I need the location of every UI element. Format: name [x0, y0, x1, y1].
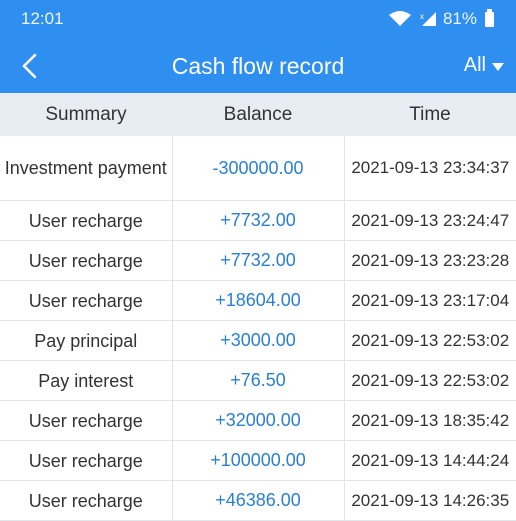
row-balance: +76.50: [172, 360, 345, 401]
table-row: Pay interest +76.50 2021-09-13 22:53:02: [0, 360, 516, 401]
wifi-icon: [388, 11, 411, 26]
row-balance: +100000.00: [172, 440, 345, 481]
caret-down-icon: [492, 62, 504, 71]
row-time: 2021-09-13 23:23:28: [344, 240, 516, 281]
column-header-balance: Balance: [172, 93, 344, 136]
row-summary: Pay interest: [0, 360, 173, 401]
table-header-row: Summary Balance Time: [0, 93, 516, 136]
app-bar: 12:01 x 81% Cash flow record All: [0, 0, 516, 93]
row-summary: User recharge: [0, 200, 173, 241]
column-header-time: Time: [344, 93, 516, 136]
battery-percent: 81%: [442, 9, 477, 28]
row-balance: +32000.00: [172, 400, 345, 441]
table-row: User recharge +7732.00 2021-09-13 23:24:…: [0, 200, 516, 241]
row-time: 2021-09-13 22:53:02: [344, 320, 516, 361]
row-balance: +7732.00: [172, 240, 345, 281]
status-icons: x 81%: [388, 8, 494, 29]
table-row: User recharge +32000.00 2021-09-13 18:35…: [0, 400, 516, 441]
filter-label: All: [463, 54, 486, 76]
row-summary: Investment payment: [0, 136, 173, 201]
row-balance: -300000.00: [172, 136, 345, 201]
table-row: Pay principal +3000.00 2021-09-13 22:53:…: [0, 320, 516, 361]
row-summary: User recharge: [0, 400, 173, 441]
row-balance: +7732.00: [172, 200, 345, 241]
table-row: User recharge +46386.00 2021-09-13 14:26…: [0, 480, 516, 521]
table-row: User recharge +7732.00 2021-09-13 23:23:…: [0, 240, 516, 281]
row-time: 2021-09-13 18:35:42: [344, 400, 516, 441]
page-title: Cash flow record: [171, 53, 345, 79]
row-time: 2021-09-13 23:34:37: [344, 136, 516, 201]
table-row: Investment payment -300000.00 2021-09-13…: [0, 136, 516, 201]
row-summary: User recharge: [0, 480, 173, 521]
row-summary: User recharge: [0, 280, 173, 321]
row-summary: User recharge: [0, 440, 173, 481]
column-header-summary: Summary: [0, 93, 172, 136]
table-row: User recharge +100000.00 2021-09-13 14:4…: [0, 440, 516, 481]
row-balance: +46386.00: [172, 480, 345, 521]
row-time: 2021-09-13 23:17:04: [344, 280, 516, 321]
cell-signal-icon: x: [420, 12, 436, 26]
battery-icon: [485, 8, 494, 27]
table-row: User recharge +18604.00 2021-09-13 23:17…: [0, 280, 516, 321]
row-time: 2021-09-13 14:26:35: [344, 480, 516, 521]
cash-flow-table: Summary Balance Time Investment payment …: [0, 93, 516, 521]
row-balance: +18604.00: [172, 280, 345, 321]
row-time: 2021-09-13 23:24:47: [344, 200, 516, 241]
row-summary: User recharge: [0, 240, 173, 281]
row-balance: +3000.00: [172, 320, 345, 361]
row-time: 2021-09-13 14:44:24: [344, 440, 516, 481]
filter-dropdown[interactable]: All: [464, 54, 504, 77]
status-time: 12:01: [21, 9, 64, 28]
row-time: 2021-09-13 22:53:02: [344, 360, 516, 401]
row-summary: Pay principal: [0, 320, 173, 361]
svg-text:x: x: [420, 12, 424, 21]
